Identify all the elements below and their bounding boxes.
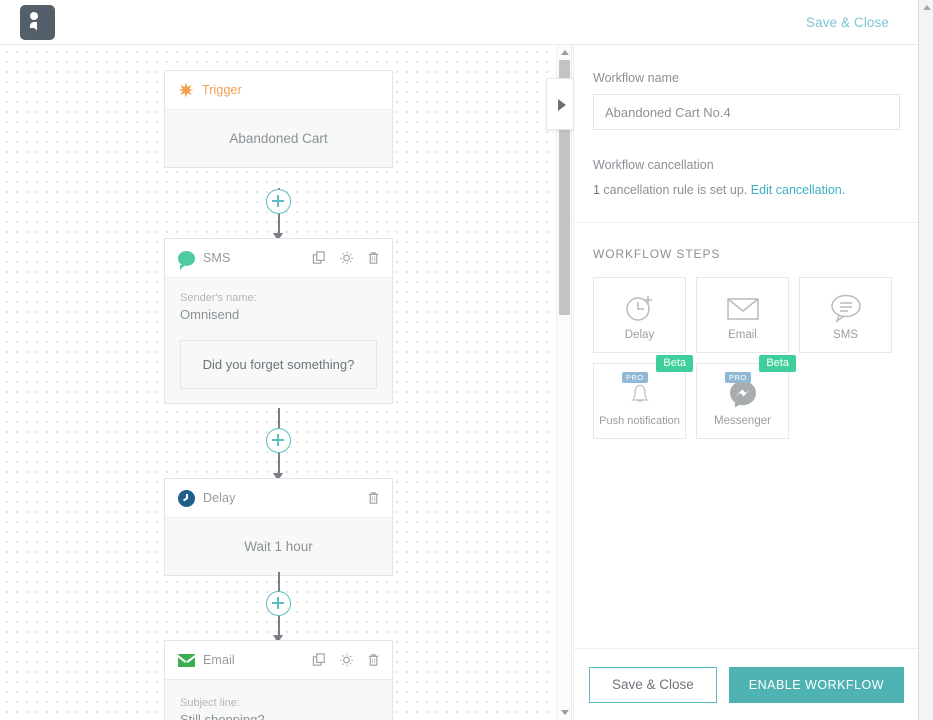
- workflow-node-sms[interactable]: SMS Sender's name: Omnisend Did you forg…: [164, 238, 393, 404]
- duplicate-icon[interactable]: [312, 250, 327, 266]
- duplicate-icon[interactable]: [312, 652, 327, 668]
- node-body: Sender's name: Omnisend Did you forget s…: [165, 278, 392, 403]
- node-header: Trigger: [165, 71, 392, 110]
- workflow-editor: Save & Close Trigger Abandoned Cart SMS …: [0, 0, 933, 720]
- page-scrollbar[interactable]: [918, 0, 933, 720]
- gear-icon[interactable]: [339, 652, 354, 668]
- trash-icon[interactable]: [366, 490, 381, 506]
- node-body-text: Abandoned Cart: [165, 110, 392, 167]
- scroll-up-arrow-icon[interactable]: [561, 50, 569, 55]
- clock-icon: [178, 489, 195, 507]
- node-title: Email: [203, 653, 235, 667]
- settings-panel: Workflow name Workflow cancellation 1 ca…: [573, 45, 919, 720]
- workflow-name-input[interactable]: [593, 94, 900, 130]
- workflow-canvas[interactable]: Trigger Abandoned Cart SMS Sender's name…: [0, 45, 556, 720]
- node-header: Email: [165, 641, 392, 680]
- trash-icon[interactable]: [366, 652, 381, 668]
- workflow-name-label: Workflow name: [593, 71, 679, 85]
- workflow-node-email[interactable]: Email Subject line: Still shopping?: [164, 640, 393, 720]
- topbar-save-close-link[interactable]: Save & Close: [806, 15, 889, 30]
- node-actions: [366, 490, 381, 506]
- chat-lines-icon: [829, 288, 863, 328]
- node-title: Delay: [203, 491, 236, 505]
- step-card-email[interactable]: Email: [696, 276, 789, 353]
- page-scroll-up-arrow-icon[interactable]: [922, 5, 931, 10]
- add-step-button-2[interactable]: [266, 428, 291, 453]
- workflow-steps-title: WORKFLOW STEPS: [593, 246, 721, 261]
- workflow-node-delay[interactable]: Delay Wait 1 hour: [164, 478, 393, 576]
- beta-badge: Beta: [759, 354, 796, 372]
- logo-body-shape: [30, 21, 37, 35]
- node-actions: [312, 250, 381, 266]
- step-card-label: Messenger: [714, 415, 771, 428]
- node-actions: [312, 652, 381, 668]
- star-icon: [178, 82, 194, 98]
- step-card-push-notification[interactable]: Beta PRO Push notification: [593, 354, 693, 439]
- logo-head-shape: [30, 11, 38, 20]
- node-header: SMS: [165, 239, 392, 278]
- enable-workflow-button[interactable]: ENABLE WORKFLOW: [728, 666, 905, 703]
- step-card-label: Email: [728, 329, 757, 342]
- panel-footer: Save & Close ENABLE WORKFLOW: [574, 648, 919, 720]
- step-card-label: Delay: [624, 329, 655, 342]
- envelope-outline-icon: [726, 288, 760, 328]
- node-body-text: Wait 1 hour: [165, 518, 392, 575]
- beta-badge: Beta: [656, 354, 693, 372]
- node-title: SMS: [203, 251, 231, 265]
- node-body: Subject line: Still shopping?: [165, 680, 392, 720]
- node-header: Delay: [165, 479, 392, 518]
- clock-plus-icon: [623, 288, 657, 328]
- step-card-messenger[interactable]: Beta PRO Messenger: [696, 354, 796, 439]
- pro-badge: PRO: [622, 371, 648, 383]
- sms-message-preview: Did you forget something?: [180, 340, 377, 389]
- workflow-steps-grid: Delay Email SMS Beta PRO Push notificati…: [574, 276, 918, 439]
- sender-name-label: Sender's name:: [180, 292, 257, 304]
- panel-collapse-toggle[interactable]: [546, 78, 574, 130]
- pro-badge: PRO: [725, 371, 751, 383]
- cancellation-count: 1: [593, 183, 600, 197]
- step-card-label: SMS: [833, 329, 858, 342]
- add-step-button-1[interactable]: [266, 189, 291, 214]
- edit-cancellation-link[interactable]: Edit cancellation.: [751, 183, 846, 197]
- node-title: Trigger: [202, 83, 242, 97]
- cancellation-text: cancellation rule is set up.: [599, 183, 751, 197]
- workflow-cancellation-section: Workflow cancellation 1 cancellation rul…: [574, 130, 918, 222]
- scroll-down-arrow-icon[interactable]: [561, 710, 569, 715]
- envelope-icon: [178, 653, 195, 667]
- cancellation-summary: 1 cancellation rule is set up. Edit canc…: [593, 181, 899, 200]
- add-step-button-3[interactable]: [266, 591, 291, 616]
- workflow-name-section: Workflow name: [574, 45, 918, 130]
- subject-line-value: Still shopping?: [180, 712, 265, 720]
- canvas-scrollbar[interactable]: [556, 45, 572, 720]
- step-card-sms[interactable]: SMS: [799, 276, 892, 353]
- workflow-cancellation-label: Workflow cancellation: [593, 158, 714, 172]
- top-bar: Save & Close: [0, 0, 918, 45]
- omnisend-logo-icon: [20, 4, 55, 40]
- sender-name-value: Omnisend: [180, 307, 240, 322]
- workflow-node-trigger[interactable]: Trigger Abandoned Cart: [164, 70, 393, 168]
- subject-line-label: Subject line:: [180, 697, 240, 709]
- step-card-label: Push notification: [599, 415, 680, 428]
- step-card-delay[interactable]: Delay: [593, 276, 686, 353]
- trash-icon[interactable]: [366, 250, 381, 266]
- speech-bubble-icon: [178, 250, 195, 270]
- gear-icon[interactable]: [339, 250, 354, 266]
- save-close-button[interactable]: Save & Close: [588, 666, 717, 703]
